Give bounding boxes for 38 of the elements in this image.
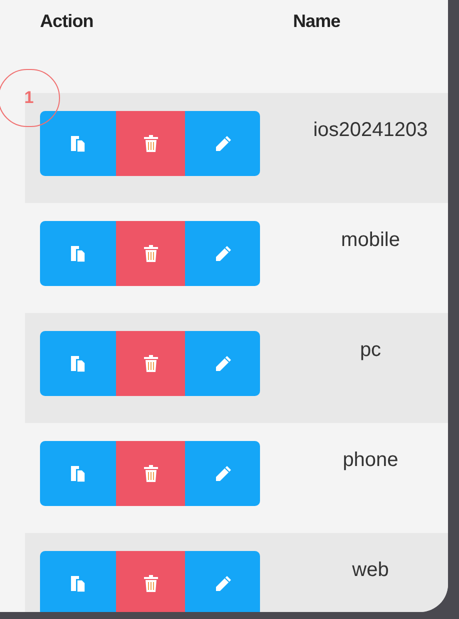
trash-icon [144, 245, 158, 262]
edit-button[interactable] [185, 551, 260, 612]
pencil-icon [214, 574, 232, 592]
copy-icon [70, 574, 86, 592]
edit-button[interactable] [185, 111, 260, 176]
pencil-icon [214, 464, 232, 482]
table-cell-text: pc [360, 338, 382, 363]
step-marker: 1 [0, 69, 60, 127]
column-header: Action [40, 11, 94, 31]
delete-button[interactable] [116, 441, 185, 506]
edit-button[interactable] [185, 441, 260, 506]
edit-button[interactable] [185, 221, 260, 286]
table-cell-text: ios20241203 [313, 118, 428, 143]
copy-icon [70, 134, 86, 152]
delete-button[interactable] [116, 331, 185, 396]
pencil-icon [214, 354, 232, 372]
trash-icon [144, 135, 158, 152]
trash-icon [144, 575, 158, 592]
pencil-icon [214, 244, 232, 262]
delete-button[interactable] [116, 111, 185, 176]
table-cell-text: web [352, 558, 389, 583]
copy-button[interactable] [40, 551, 116, 612]
pencil-icon [214, 134, 232, 152]
copy-button[interactable] [40, 331, 116, 396]
copy-icon [70, 354, 86, 372]
copy-button[interactable] [40, 441, 116, 506]
table-cell-text: mobile [341, 228, 400, 253]
trash-icon [144, 355, 158, 372]
column-header: Name [293, 11, 340, 31]
edit-button[interactable] [185, 331, 260, 396]
table-cell-text: phone [342, 448, 398, 473]
copy-button[interactable] [40, 221, 116, 286]
delete-button[interactable] [116, 221, 185, 286]
copy-icon [70, 244, 86, 262]
trash-icon [144, 465, 158, 482]
copy-icon [70, 464, 86, 482]
copy-button[interactable] [40, 111, 116, 176]
delete-button[interactable] [116, 551, 185, 612]
